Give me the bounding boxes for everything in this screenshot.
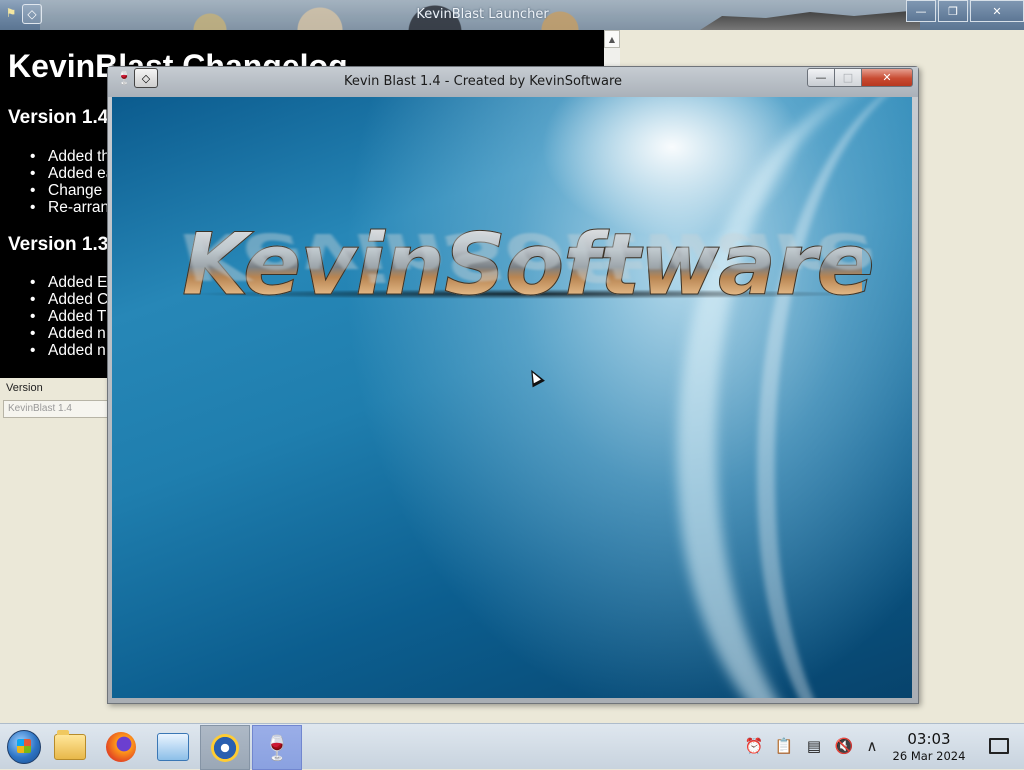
taskbar-file-manager[interactable] — [46, 725, 94, 768]
start-menu-button[interactable] — [0, 725, 48, 768]
game-window-title: Kevin Blast 1.4 - Created by KevinSoftwa… — [343, 74, 623, 89]
changelog-item: Added ea — [30, 165, 114, 182]
game-window: 🍷 ◇ Kevin Blast 1.4 - Created by KevinSo… — [107, 66, 919, 704]
scroll-up-arrow-icon[interactable]: ▲ — [604, 30, 620, 48]
wine-glass-icon: 🍷 — [262, 733, 292, 762]
game-titlebar[interactable]: 🍷 ◇ Kevin Blast 1.4 - Created by KevinSo… — [108, 67, 918, 97]
changelog-item: Added n — [30, 342, 108, 359]
taskbar-firefox[interactable] — [97, 725, 145, 768]
clock-time[interactable]: 03:03 — [888, 730, 970, 748]
changelog-item: Change — [30, 182, 114, 199]
changelog-list: Added E Added C Added T Added n Added n — [30, 274, 108, 359]
kevinsoftware-logo-reflection: KevinSoftware — [182, 218, 874, 293]
changelog-item: Added E — [30, 274, 108, 291]
notification-bell-icon[interactable]: ⏰ — [744, 736, 764, 756]
changelog-item: Added n — [30, 325, 108, 342]
launcher-window-title: KevinBlast Launcher — [416, 7, 549, 22]
tray-expand-icon[interactable]: ∧ — [862, 736, 882, 756]
taskbar-wine[interactable]: 🍷 — [252, 725, 302, 770]
game-close-button[interactable]: ✕ — [861, 68, 913, 87]
launcher-close-button[interactable]: ✕ — [970, 0, 1024, 22]
taskbar: 🍷 ⏰ 📋 ▤ 🔇 ∧ 03:03 26 Mar 2024 — [0, 723, 1024, 770]
launcher-restore-button[interactable]: ❐ — [938, 0, 968, 22]
changelog-item: Added C — [30, 291, 108, 308]
start-orb-icon — [7, 729, 41, 764]
changelog-item: Re-arran — [30, 199, 114, 216]
clock-date[interactable]: 26 Mar 2024 — [888, 749, 970, 763]
taskbar-kevinblast-launcher[interactable] — [200, 725, 250, 770]
storage-icon[interactable]: ▤ — [804, 736, 824, 756]
changelog-item: Added th — [30, 148, 114, 165]
launcher-titlebar[interactable]: ⚑ ◇ KevinBlast Launcher — ❐ ✕ — [0, 0, 1024, 30]
folder-icon — [54, 729, 86, 760]
changelog-version-heading: Version 1.3 — [8, 234, 109, 255]
remote-desktop-icon — [157, 732, 189, 761]
changelog-version-heading: Version 1.4 — [8, 107, 109, 128]
launcher-minimize-button[interactable]: — — [906, 0, 936, 22]
mouse-cursor-icon — [525, 366, 545, 388]
game-maximize-button[interactable]: □ — [834, 68, 862, 87]
clipboard-icon[interactable]: 📋 — [774, 736, 794, 756]
show-desktop-icon[interactable] — [989, 738, 1009, 754]
version-label: Version — [6, 382, 43, 394]
game-splash-screen[interactable]: KevinSoftware KevinSoftware — [112, 97, 912, 698]
launcher-window-controls: — ❐ ✕ — [904, 0, 1024, 22]
changelog-item: Added T — [30, 308, 108, 325]
taskbar-remote-desktop[interactable] — [149, 725, 197, 768]
game-minimize-button[interactable]: — — [807, 68, 835, 87]
kevinblast-icon — [211, 733, 239, 762]
firefox-icon — [106, 731, 136, 762]
changelog-list: Added th Added ea Change Re-arran — [30, 148, 114, 216]
volume-muted-icon[interactable]: 🔇 — [834, 736, 854, 756]
